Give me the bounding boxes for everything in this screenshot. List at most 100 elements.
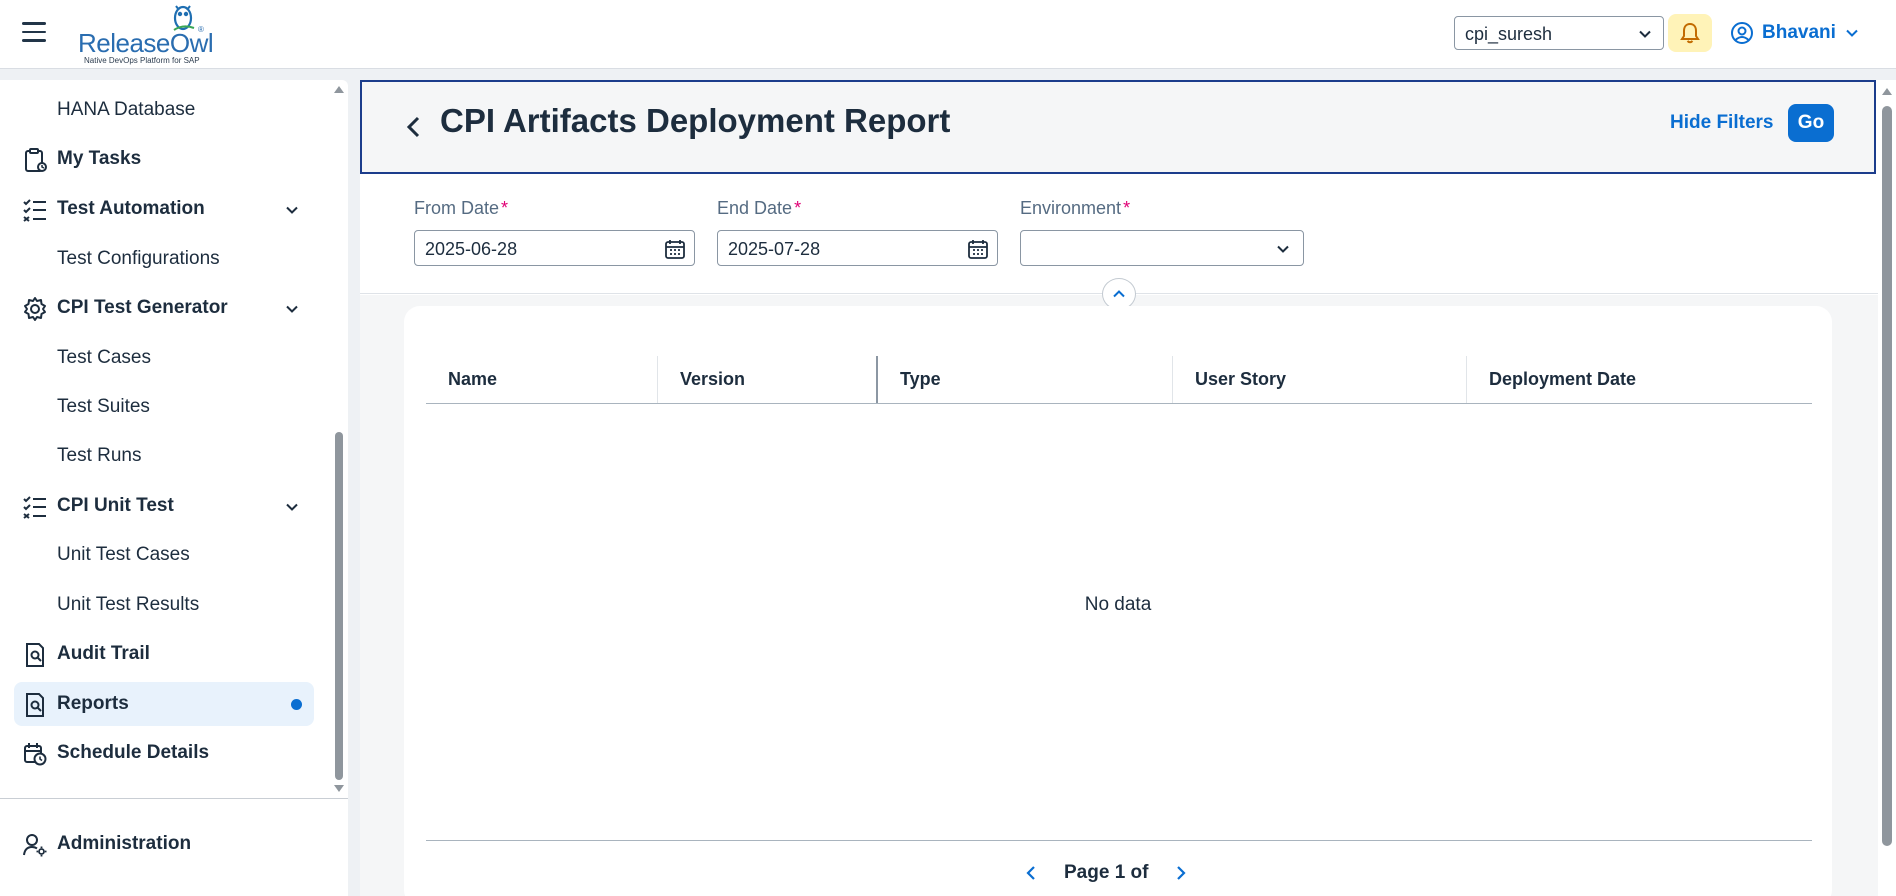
app-logo[interactable]: ReleaseOwl ® Native DevOps Platform for … xyxy=(78,2,218,66)
column-header-deployment-date[interactable]: Deployment Date xyxy=(1467,356,1812,403)
hamburger-icon[interactable] xyxy=(22,22,48,46)
sidebar-item-test-configurations[interactable]: Test Configurations xyxy=(14,237,314,281)
sidebar-item-audit-trail[interactable]: Audit Trail xyxy=(14,632,314,676)
logo-name: ReleaseOwl xyxy=(78,28,214,58)
from-date-field[interactable]: 2025-06-28 xyxy=(414,230,695,266)
selected-indicator xyxy=(291,699,302,710)
empty-state-text: No data xyxy=(1084,594,1152,615)
scroll-up-arrow-icon[interactable] xyxy=(1881,86,1893,96)
required-mark: * xyxy=(501,198,509,218)
sidebar-item-administration[interactable]: Administration xyxy=(14,822,314,866)
table-header: Name Version Type User Story Deployment … xyxy=(426,356,1812,404)
column-header-name[interactable]: Name xyxy=(426,356,658,403)
sidebar-item-unit-test-cases[interactable]: Unit Test Cases xyxy=(14,533,314,577)
environment-select[interactable] xyxy=(1020,230,1304,266)
end-date-label: End Date * xyxy=(717,198,801,219)
sidebar-scrollbar-thumb[interactable] xyxy=(335,432,343,780)
sidebar-item-test-cases[interactable]: Test Cases xyxy=(14,336,314,380)
checklist-icon xyxy=(23,199,46,222)
sidebar-item-test-suites[interactable]: Test Suites xyxy=(14,385,314,429)
sidebar-item-test-runs[interactable]: Test Runs xyxy=(14,434,314,478)
chevron-left-icon[interactable] xyxy=(1024,864,1038,882)
table-footer-divider xyxy=(426,840,1812,841)
gear-icon xyxy=(24,297,46,321)
column-header-version[interactable]: Version xyxy=(658,356,878,403)
environment-label-text: Environment xyxy=(1020,198,1122,218)
column-header-type[interactable]: Type xyxy=(878,356,1173,403)
chevron-down-icon[interactable] xyxy=(284,301,300,317)
environment-label: Environment * xyxy=(1020,198,1130,219)
scroll-up-arrow-icon[interactable] xyxy=(333,84,345,94)
calendar-icon[interactable] xyxy=(664,238,686,260)
sidebar-item-label: Test Cases xyxy=(57,347,151,368)
chevron-up-icon xyxy=(1113,290,1125,298)
calendar-clock-icon xyxy=(24,743,47,766)
from-date-label-text: From Date xyxy=(414,198,500,218)
shell-bar: ReleaseOwl ® Native DevOps Platform for … xyxy=(0,0,1896,69)
sidebar-item-label: Unit Test Results xyxy=(57,594,200,615)
sidebar-scrollbar[interactable] xyxy=(333,84,345,796)
tenant-select-value: cpi_suresh xyxy=(1465,24,1553,44)
sidebar-item-label: CPI Test Generator xyxy=(57,297,228,318)
chevron-down-icon[interactable] xyxy=(284,202,300,218)
filter-bar: From Date * 2025-06-28 End Date * 2025-07-… xyxy=(360,176,1878,294)
chevron-down-icon[interactable] xyxy=(284,499,300,515)
sidebar-item-label: Test Configurations xyxy=(57,248,220,269)
sidebar-divider xyxy=(0,798,348,799)
chevron-down-icon xyxy=(1639,30,1651,38)
sidebar-item-unit-test-results[interactable]: Unit Test Results xyxy=(14,583,314,627)
chevron-down-icon xyxy=(1277,245,1289,253)
required-mark: * xyxy=(1123,198,1131,218)
user-name: Bhavani xyxy=(1762,22,1836,43)
sidebar-item-label: Schedule Details xyxy=(57,742,210,763)
bell-icon xyxy=(1680,22,1700,44)
sidebar-item-label: Unit Test Cases xyxy=(57,544,190,565)
main-content: CPI Artifacts Deployment Report Hide Fil… xyxy=(360,80,1878,896)
sidebar-item-label: Test Runs xyxy=(57,445,142,466)
main-scrollbar[interactable] xyxy=(1878,80,1896,896)
end-date-field[interactable]: 2025-07-28 xyxy=(717,230,998,266)
from-date-label: From Date * xyxy=(414,198,508,219)
report-table-card: Name Version Type User Story Deployment … xyxy=(404,306,1832,896)
chevron-right-icon[interactable] xyxy=(1174,864,1188,882)
sidebar-item-schedule-details[interactable]: Schedule Details xyxy=(14,731,314,775)
chevron-down-icon xyxy=(1846,29,1858,37)
page-title: CPI Artifacts Deployment Report xyxy=(440,102,951,139)
sidebar-item-label: Test Suites xyxy=(57,396,150,417)
from-date-value: 2025-06-28 xyxy=(425,239,518,259)
column-header-user-story[interactable]: User Story xyxy=(1173,356,1467,403)
calendar-icon[interactable] xyxy=(967,238,989,260)
user-settings-icon xyxy=(23,834,47,857)
sidebar-scroll-area[interactable]: HANA Database My Tasks Test Automation T… xyxy=(0,80,348,798)
sidebar-item-label: Reports xyxy=(57,693,129,714)
sidebar-item-label: HANA Database xyxy=(57,99,196,120)
sidebar-item-label: Test Automation xyxy=(57,198,205,219)
sidebar-item-label: CPI Unit Test xyxy=(57,495,174,516)
sidebar-item-label: Audit Trail xyxy=(57,643,150,664)
end-date-label-text: End Date xyxy=(717,198,793,218)
sidebar-item-label: Administration xyxy=(57,833,192,854)
checklist-icon xyxy=(23,496,46,519)
sidebar-item-label: My Tasks xyxy=(57,148,142,169)
sidebar-item-my-tasks[interactable]: My Tasks xyxy=(14,137,314,181)
sidebar-item-test-automation[interactable]: Test Automation xyxy=(14,187,314,231)
sidebar-item-cpi-unit-test[interactable]: CPI Unit Test xyxy=(14,484,314,528)
end-date-value: 2025-07-28 xyxy=(728,239,821,259)
go-button[interactable]: Go xyxy=(1788,104,1834,142)
hide-filters-button[interactable]: Hide Filters xyxy=(1670,112,1773,134)
sidebar-item-reports[interactable]: Reports xyxy=(14,682,314,726)
sidebar-item-cpi-test-generator[interactable]: CPI Test Generator xyxy=(14,286,314,330)
sidebar-item-hana-database[interactable]: HANA Database xyxy=(14,88,314,132)
back-arrow-icon[interactable] xyxy=(400,110,428,144)
scroll-down-arrow-icon[interactable] xyxy=(333,784,345,794)
tenant-select[interactable]: cpi_suresh xyxy=(1454,16,1664,50)
user-profile-menu[interactable]: Bhavani xyxy=(1730,16,1860,50)
document-search-icon xyxy=(26,693,44,717)
main-scrollbar-thumb[interactable] xyxy=(1882,106,1892,846)
document-search-icon xyxy=(26,643,44,667)
notifications-button[interactable] xyxy=(1668,14,1712,52)
clipboard-tasks-icon xyxy=(25,148,47,172)
required-mark: * xyxy=(794,198,802,218)
user-circle-icon xyxy=(1731,22,1753,44)
page-header: CPI Artifacts Deployment Report Hide Fil… xyxy=(360,80,1876,174)
